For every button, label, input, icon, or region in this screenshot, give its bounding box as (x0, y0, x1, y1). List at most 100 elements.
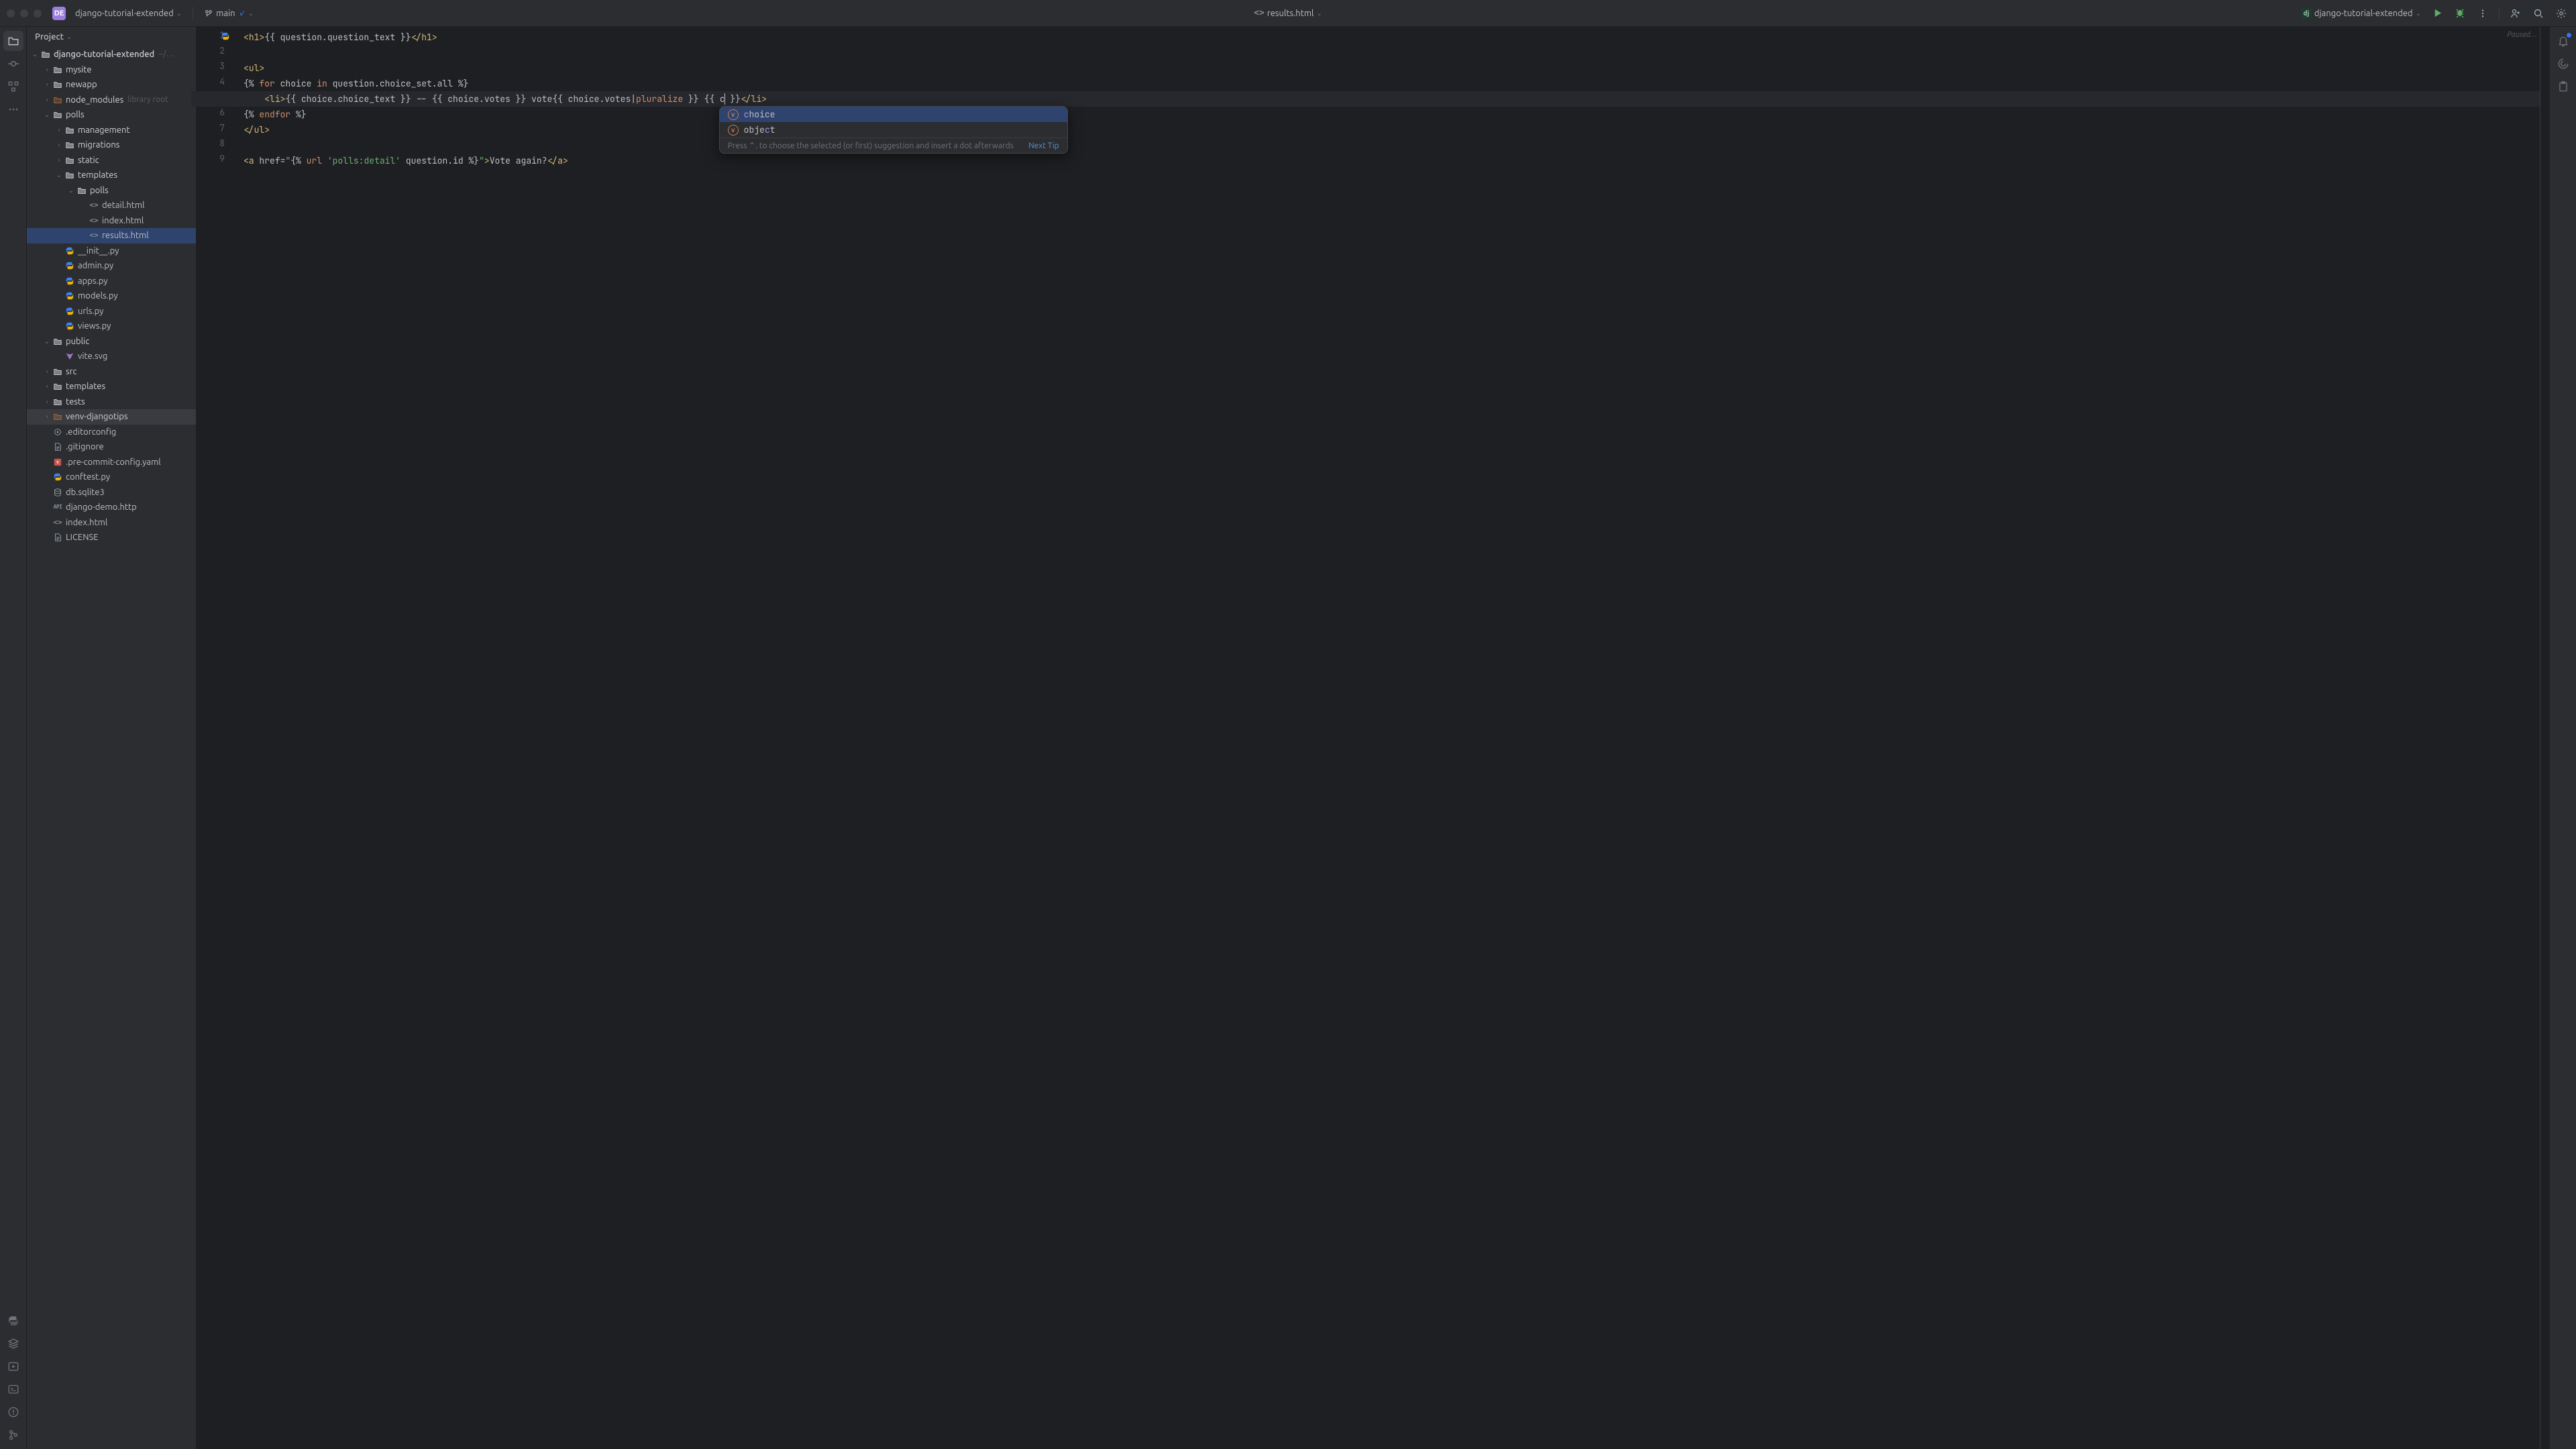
tree-folder[interactable]: ›venv-djangotips (27, 409, 196, 425)
problems-tool-button[interactable] (3, 1402, 23, 1422)
close-icon[interactable] (7, 9, 15, 17)
tree-file[interactable]: ·<>detail.html (27, 198, 196, 213)
project-selector[interactable]: django-tutorial-extended ⌄ (72, 7, 184, 19)
tree-folder[interactable]: ⌄polls (27, 107, 196, 123)
completion-tip: Press ⌃. to choose the selected (or firs… (720, 138, 1067, 153)
tree-folder[interactable]: ⌄templates (27, 168, 196, 183)
incoming-arrow-icon: ↙ (239, 9, 246, 17)
tree-folder[interactable]: ›static (27, 153, 196, 168)
folder-icon (7, 35, 19, 47)
person-plus-icon (2510, 8, 2521, 19)
tree-folder[interactable]: ›mysite (27, 62, 196, 78)
settings-button[interactable] (2552, 4, 2571, 23)
project-view-selector[interactable]: Project ⌄ (27, 27, 196, 47)
editor-gutter: 123456789 (197, 27, 238, 1449)
tree-folder[interactable]: ›management (27, 123, 196, 138)
python-packages-tool-button[interactable] (3, 1311, 23, 1331)
tree-folder[interactable]: ›newapp (27, 77, 196, 93)
structure-icon (7, 80, 19, 93)
terminal-tool-button[interactable] (3, 1379, 23, 1399)
search-everywhere-button[interactable] (2529, 4, 2548, 23)
tree-file[interactable]: ·LICENSE (27, 530, 196, 545)
notifications-tool-button[interactable] (2553, 31, 2573, 51)
tree-file[interactable]: ·<>results.html (27, 228, 196, 244)
tree-root[interactable]: ⌄django-tutorial-extended~/… (27, 47, 196, 62)
tree-file[interactable]: ·conftest.py (27, 470, 196, 485)
debug-button[interactable] (2451, 4, 2469, 23)
tree-file[interactable]: ·views.py (27, 319, 196, 334)
run-config-selector[interactable]: dj django-tutorial-extended ⌄ (2298, 7, 2424, 20)
tree-folder[interactable]: ›node_moduleslibrary root (27, 93, 196, 108)
layers-icon (7, 1338, 19, 1350)
project-badge: DE (52, 7, 66, 20)
tree-folder[interactable]: ›src (27, 364, 196, 380)
tree-file[interactable]: ·admin.py (27, 258, 196, 274)
editor-content[interactable]: <h1>{{ question.question_text }}</h1><ul… (238, 27, 2540, 1449)
tree-file[interactable]: ·Y.pre-commit-config.yaml (27, 455, 196, 470)
chevron-down-icon: ⌄ (176, 9, 182, 17)
tree-file[interactable]: ·urls.py (27, 304, 196, 319)
variable-icon: v (728, 125, 739, 136)
branch-name: main (216, 9, 235, 18)
more-button[interactable] (2473, 4, 2492, 23)
play-icon (2432, 8, 2443, 18)
code-with-me-button[interactable] (2506, 4, 2525, 23)
tree-file[interactable]: ·<>index.html (27, 213, 196, 229)
run-config-name: django-tutorial-extended (2314, 9, 2413, 18)
tip-text: Press ⌃. to choose the selected (or firs… (728, 141, 1014, 150)
right-tool-strip (2549, 27, 2576, 1449)
zoom-icon[interactable] (34, 9, 42, 17)
run-button[interactable] (2428, 4, 2447, 23)
minimize-icon[interactable] (20, 9, 28, 17)
python-icon (7, 1315, 19, 1327)
search-icon (2533, 8, 2544, 19)
tree-folder[interactable]: ⌄public (27, 334, 196, 350)
git-icon (7, 1429, 19, 1441)
tree-file[interactable]: ·.gitignore (27, 439, 196, 455)
chevron-down-icon: ⌄ (1316, 9, 1322, 17)
tree-folder[interactable]: ›templates (27, 379, 196, 394)
tree-file[interactable]: ·APIdjango-demo.http (27, 500, 196, 515)
tree-folder[interactable]: ›migrations (27, 138, 196, 153)
next-tip-link[interactable]: Next Tip (1028, 142, 1059, 150)
commit-tool-button[interactable] (3, 54, 23, 74)
tree-file[interactable]: ·apps.py (27, 274, 196, 289)
svg-text:Y: Y (56, 460, 59, 465)
code-completion-popup[interactable]: vchoicevobject Press ⌃. to choose the se… (719, 106, 1068, 154)
project-tool-button[interactable] (3, 31, 23, 51)
more-horizontal-icon (8, 104, 19, 115)
project-tree[interactable]: ⌄django-tutorial-extended~/…›mysite›newa… (27, 47, 196, 1449)
tree-folder[interactable]: ⌄polls (27, 183, 196, 199)
clipboard-icon (2557, 80, 2569, 93)
terminal-icon (7, 1383, 19, 1395)
vcs-branch-selector[interactable]: main ↙ ⌄ (201, 7, 256, 19)
python-console-tool-button[interactable] (3, 1334, 23, 1354)
services-tool-button[interactable] (3, 1356, 23, 1377)
more-tool-button[interactable] (3, 99, 23, 119)
branch-icon (204, 9, 213, 18)
editor-tab-label[interactable]: <> results.html ⌄ (1254, 8, 1322, 18)
completion-item[interactable]: vchoice (720, 107, 1067, 122)
tree-file[interactable]: ·<>index.html (27, 515, 196, 531)
editor[interactable]: Paused… 123456789 <h1>{{ question.questi… (197, 27, 2549, 1449)
tree-file[interactable]: ·__init__.py (27, 244, 196, 259)
project-view-label: Project (35, 32, 64, 42)
left-tool-strip (0, 27, 27, 1449)
window-controls[interactable] (7, 9, 42, 17)
tree-file[interactable]: ·vite.svg (27, 349, 196, 364)
vcs-tool-button[interactable] (3, 1425, 23, 1445)
ai-assistant-tool-button[interactable] (2553, 54, 2573, 74)
tree-file[interactable]: ·.editorconfig (27, 425, 196, 440)
bell-icon (2557, 35, 2569, 47)
tree-file[interactable]: ·models.py (27, 288, 196, 304)
structure-tool-button[interactable] (3, 76, 23, 97)
variable-icon: v (728, 109, 739, 120)
tree-file[interactable]: ·db.sqlite3 (27, 485, 196, 500)
completion-item[interactable]: vobject (720, 122, 1067, 138)
editor-error-stripe[interactable] (2540, 27, 2549, 1449)
database-tool-button[interactable] (2553, 76, 2573, 97)
play-frame-icon (7, 1360, 19, 1373)
tree-folder[interactable]: ›tests (27, 394, 196, 410)
warning-icon (7, 1406, 19, 1418)
project-name: django-tutorial-extended (75, 9, 174, 18)
